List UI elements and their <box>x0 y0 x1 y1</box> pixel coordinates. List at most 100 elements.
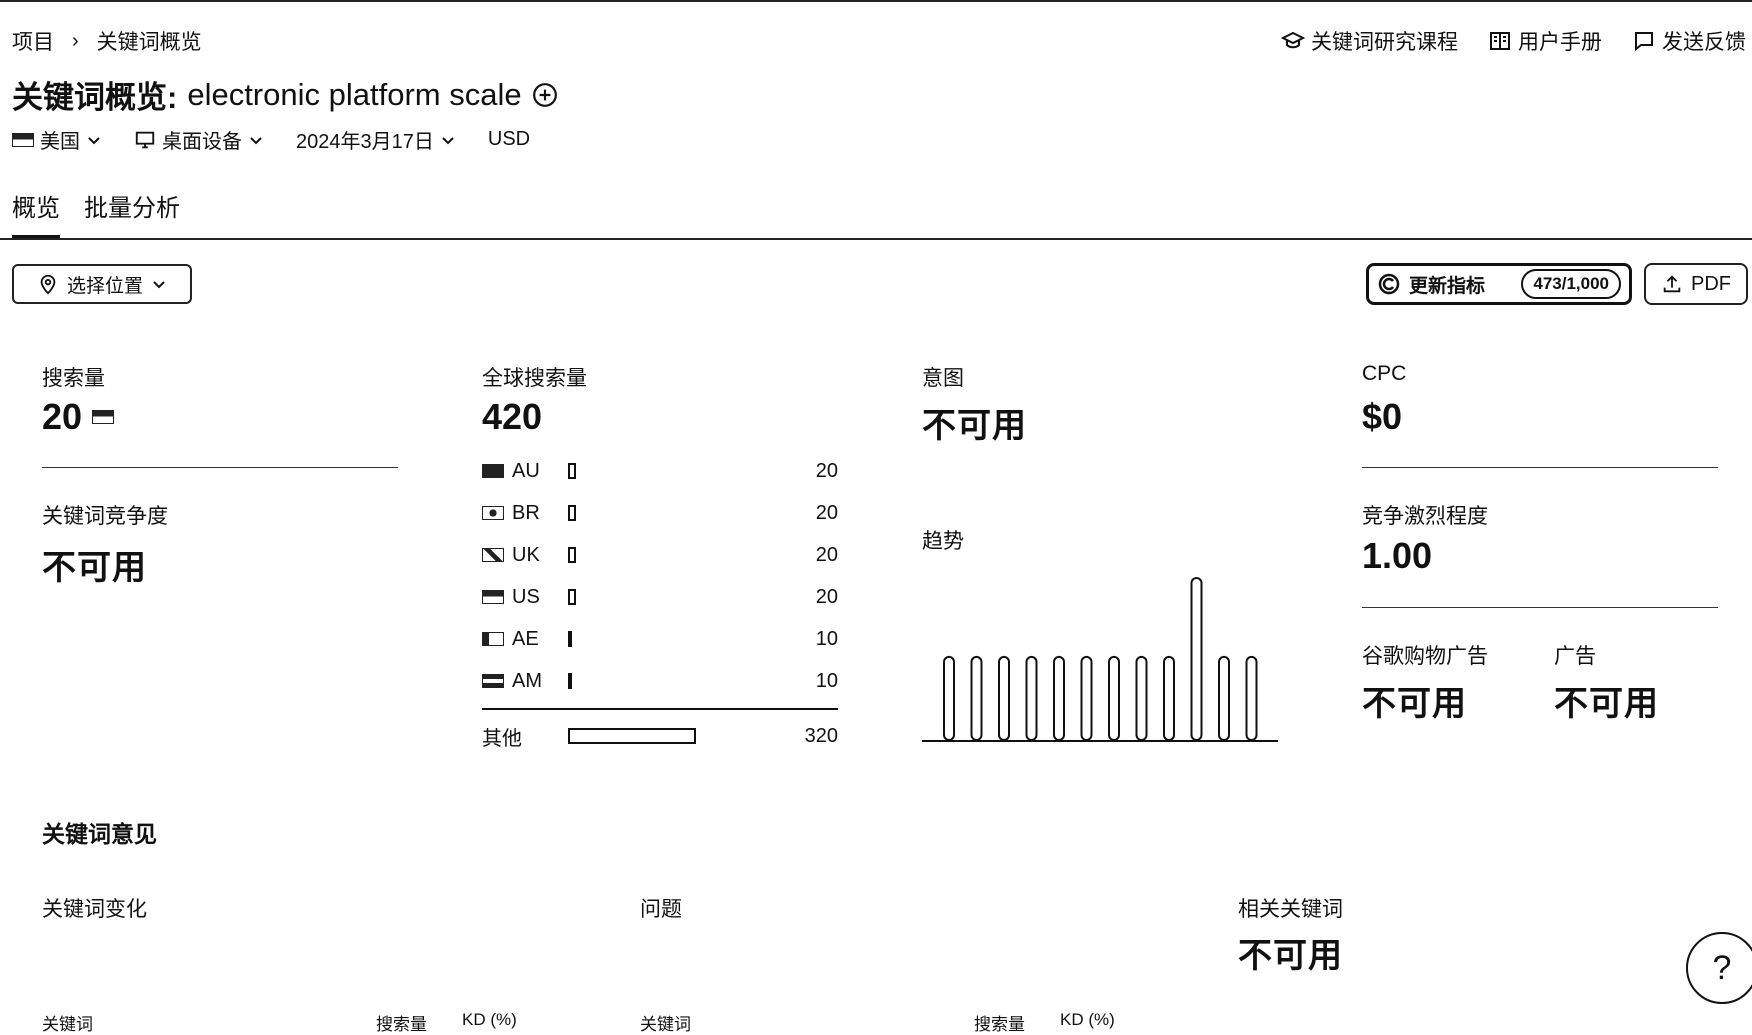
global-volume-label: 全球搜索量 <box>482 367 587 390</box>
cpc-label: CPC <box>1362 362 1407 385</box>
pdf-export-button[interactable]: PDF <box>1644 263 1748 305</box>
country-volume-value: 20 <box>815 501 838 524</box>
ae-flag-icon <box>482 632 504 646</box>
currency-select[interactable]: USD <box>488 128 530 151</box>
trend-bar[interactable] <box>970 655 983 741</box>
trend-bar[interactable] <box>1218 655 1230 741</box>
us-flag-icon <box>92 410 115 424</box>
country-row: US 20 <box>482 583 838 611</box>
country-row: UK 20 <box>482 541 838 569</box>
course-link-label: 关键词研究课程 <box>1311 31 1458 54</box>
divider <box>1362 467 1718 468</box>
tab-overview[interactable]: 概览 <box>12 188 60 238</box>
global-volume-value: 420 <box>482 396 543 437</box>
other-label: 其他 <box>482 727 522 750</box>
intent-value: 不可用 <box>922 407 1027 445</box>
page-title-prefix: 关键词概览: <box>12 80 178 115</box>
br-flag-icon <box>482 506 504 520</box>
related-keywords-link[interactable]: 相关关键词 <box>1238 893 1343 923</box>
currency-value: USD <box>487 128 531 150</box>
tab-bar: 概览 批量分析 <box>12 188 180 238</box>
country-code: AM <box>512 669 542 692</box>
country-volume-bar <box>568 589 576 605</box>
ads-label: 广告 <box>1554 645 1596 668</box>
trend-chart <box>922 577 1278 742</box>
trend-bar[interactable] <box>1135 655 1148 741</box>
breadcrumb-projects[interactable]: 项目 <box>12 26 54 56</box>
filter-bar: 美国 桌面设备 2024年3月17日 USD <box>12 125 530 154</box>
keyword-variations-link[interactable]: 关键词变化 <box>42 893 147 923</box>
chevron-down-icon <box>153 281 165 289</box>
location-select-button[interactable]: 选择位置 <box>12 264 192 304</box>
chevron-down-icon <box>442 136 454 144</box>
add-circle-icon[interactable] <box>532 82 558 108</box>
top-border <box>0 0 1752 2</box>
feedback-icon <box>1635 32 1653 52</box>
device-select[interactable]: 桌面设备 <box>134 125 264 154</box>
cpc-value: $0 <box>1362 396 1403 437</box>
search-volume-label: 搜索量 <box>42 367 105 390</box>
country-code: UK <box>512 543 540 566</box>
competition-label: 竞争激烈程度 <box>1362 505 1488 528</box>
chevron-down-icon <box>250 136 262 144</box>
tab-divider <box>0 238 1752 240</box>
page-title-keyword: electronic platform scale <box>187 76 522 112</box>
country-code: BR <box>512 501 540 524</box>
country-select[interactable]: 美国 <box>12 125 102 154</box>
country-volume-bar <box>568 673 572 689</box>
manual-link[interactable]: 用户手册 <box>1488 26 1602 56</box>
course-link[interactable]: 关键词研究课程 <box>1281 26 1458 56</box>
trend-bar[interactable] <box>1053 655 1065 741</box>
date-select[interactable]: 2024年3月17日 <box>296 125 456 154</box>
country-row: BR 20 <box>482 499 838 527</box>
us-flag-icon <box>12 132 34 147</box>
metrics-quota-badge: 473/1,000 <box>1521 269 1621 299</box>
country-volume-bar <box>568 505 576 521</box>
top-links: 关键词研究课程 用户手册 发送反馈 <box>1281 26 1746 56</box>
us-flag-icon <box>482 590 504 604</box>
kd-value: 不可用 <box>42 549 147 587</box>
breadcrumb-chevron-icon: › <box>72 29 79 52</box>
other-volume-bar <box>568 728 696 744</box>
country-volume-value: 20 <box>815 585 838 608</box>
trend-bar[interactable] <box>998 655 1010 741</box>
manual-link-label: 用户手册 <box>1518 31 1602 54</box>
trend-bar[interactable] <box>1163 655 1175 741</box>
country-code: AU <box>512 459 540 482</box>
country-row: AM 10 <box>482 667 838 695</box>
help-button[interactable]: ? <box>1686 932 1752 1004</box>
country-volume-value: 10 <box>815 669 838 692</box>
questions-link[interactable]: 问题 <box>640 893 682 923</box>
country-volume-value: 20 <box>815 459 838 482</box>
update-metrics-button[interactable]: 更新指标 473/1,000 <box>1366 263 1632 305</box>
country-row: AU 20 <box>482 457 838 485</box>
question-mark-icon: ? <box>1712 948 1732 987</box>
shopping-ads-value: 不可用 <box>1362 685 1467 723</box>
desktop-icon <box>135 131 155 148</box>
trend-label: 趋势 <box>922 530 964 553</box>
col-kd[interactable]: KD (%) <box>1060 1010 1115 1030</box>
trend-bar[interactable] <box>1190 577 1203 741</box>
other-volume-value: 320 <box>804 724 838 747</box>
pdf-export-label: PDF <box>1691 272 1731 295</box>
trend-bar[interactable] <box>943 655 955 741</box>
trend-bar[interactable] <box>1025 655 1038 741</box>
location-pin-icon <box>40 274 56 295</box>
trend-bar[interactable] <box>1080 655 1093 741</box>
search-volume-value: 20 <box>42 396 83 437</box>
trend-bar[interactable] <box>1245 655 1258 741</box>
country-code: AE <box>512 627 539 650</box>
tab-bulk-analysis[interactable]: 批量分析 <box>84 188 180 238</box>
feedback-link[interactable]: 发送反馈 <box>1632 26 1746 56</box>
feedback-link-label: 发送反馈 <box>1662 31 1746 54</box>
country-volume-bar <box>568 463 576 479</box>
competition-value: 1.00 <box>1362 535 1433 576</box>
kd-label: 关键词竞争度 <box>42 505 168 528</box>
trend-bar[interactable] <box>1108 655 1120 741</box>
upload-icon <box>1663 275 1681 293</box>
intent-label: 意图 <box>922 367 964 390</box>
am-flag-icon <box>482 674 504 688</box>
country-volume-value: 20 <box>815 543 838 566</box>
col-kd[interactable]: KD (%) <box>462 1010 517 1030</box>
ads-value: 不可用 <box>1554 685 1659 723</box>
